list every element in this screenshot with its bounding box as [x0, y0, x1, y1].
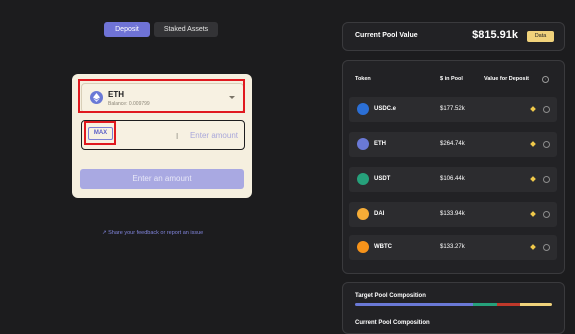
token-table: Token $ in Pool Value for Deposit i USDC… — [342, 60, 565, 274]
wbtc-icon — [357, 241, 369, 253]
deposit-card: ETH Balance: 0.009799 MAX I Enter an amo… — [72, 74, 252, 198]
target-composition-title: Target Pool Composition — [355, 293, 426, 299]
usdc-icon — [357, 103, 369, 115]
row-token: DAI — [374, 211, 385, 217]
diamond-icon — [530, 141, 536, 147]
diamond-icon — [530, 244, 536, 250]
row-token: USDT — [374, 176, 391, 182]
usdt-icon — [357, 173, 369, 185]
composition-segment — [473, 303, 497, 306]
dai-icon — [357, 208, 369, 220]
table-row[interactable]: DAI $133.94k — [349, 202, 557, 227]
info-icon[interactable] — [543, 106, 550, 113]
tab-staked-assets[interactable]: Staked Assets — [154, 22, 218, 37]
enter-amount-button[interactable]: Enter an amount — [80, 169, 244, 189]
eth-icon — [90, 91, 103, 104]
row-in-pool: $106.44k — [440, 176, 465, 182]
column-header-value-for-deposit: Value for Deposit — [484, 76, 529, 82]
row-in-pool: $177.52k — [440, 106, 465, 112]
token-balance: Balance: 0.009799 — [108, 101, 150, 107]
current-composition-title: Current Pool Composition — [355, 320, 430, 326]
diamond-icon — [530, 106, 536, 112]
pool-value-amount: $815.91k — [472, 29, 518, 41]
pool-value-label: Current Pool Value — [355, 32, 418, 39]
diamond-icon — [530, 211, 536, 217]
row-in-pool: $264.74k — [440, 141, 465, 147]
column-header-token: Token — [355, 76, 371, 82]
table-row[interactable]: USDC.e $177.52k — [349, 97, 557, 122]
info-icon[interactable] — [543, 141, 550, 148]
data-badge[interactable]: Data — [527, 31, 554, 42]
table-row[interactable]: ETH $264.74k — [349, 132, 557, 157]
info-icon[interactable] — [543, 176, 550, 183]
diamond-icon — [530, 176, 536, 182]
selected-token-symbol: ETH — [108, 90, 124, 99]
table-row[interactable]: WBTC $133.27k — [349, 235, 557, 260]
amount-input[interactable] — [126, 128, 240, 142]
composition-segment — [496, 303, 521, 306]
info-icon[interactable]: i — [542, 76, 549, 83]
row-in-pool: $133.94k — [440, 211, 465, 217]
composition-segment — [520, 303, 552, 306]
chevron-down-icon — [229, 96, 235, 99]
table-row[interactable]: USDT $106.44k — [349, 167, 557, 192]
target-pool-composition-panel: Target Pool Composition Current Pool Com… — [342, 282, 565, 334]
amount-field: MAX I — [81, 120, 245, 150]
tab-deposit[interactable]: Deposit — [104, 22, 150, 37]
info-icon[interactable] — [543, 244, 550, 251]
row-token: ETH — [374, 141, 386, 147]
pool-value-panel: Current Pool Value $815.91k Data — [342, 22, 565, 51]
info-icon[interactable] — [543, 211, 550, 218]
eth-icon — [357, 138, 369, 150]
row-token: WBTC — [374, 244, 392, 250]
row-token: USDC.e — [374, 106, 397, 112]
composition-bar — [355, 303, 552, 306]
max-button[interactable]: MAX — [88, 127, 113, 140]
row-in-pool: $133.27k — [440, 244, 465, 250]
feedback-link[interactable]: ↗ Share your feedback or report an issue — [102, 230, 203, 236]
token-select[interactable]: ETH Balance: 0.009799 — [81, 83, 244, 113]
composition-segment — [355, 303, 474, 306]
column-header-in-pool: $ in Pool — [440, 76, 463, 82]
